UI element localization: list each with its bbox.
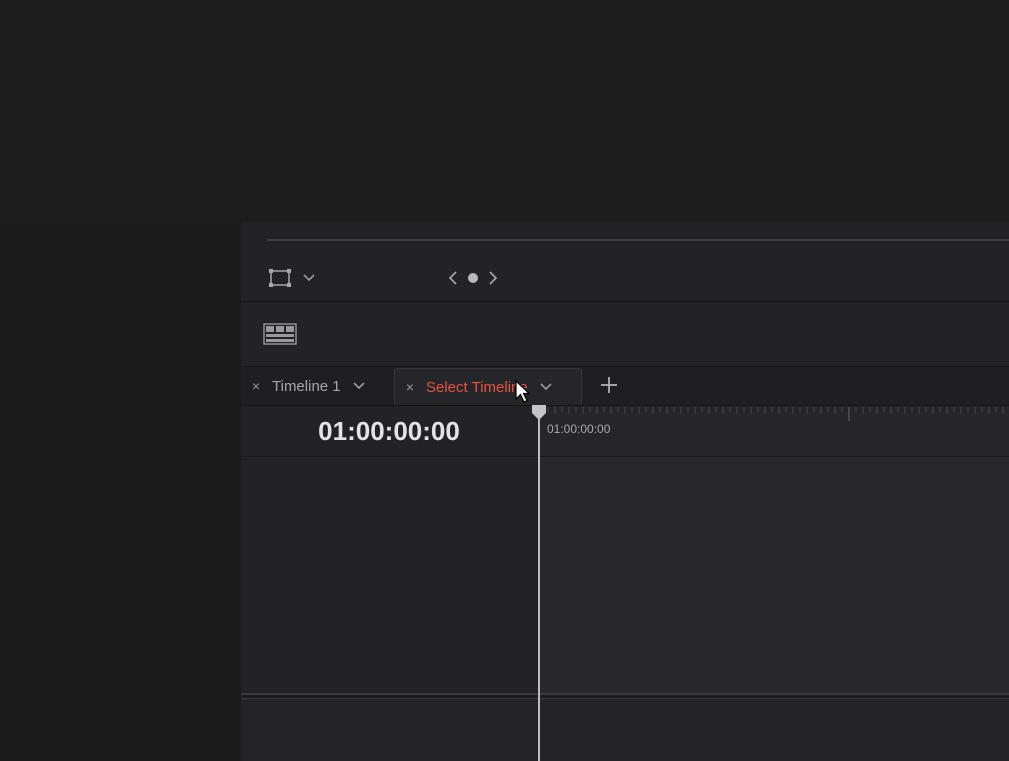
- dot-icon[interactable]: [468, 273, 478, 283]
- mouse-cursor-icon: [515, 380, 531, 403]
- ruler-timecode-label: 01:00:00:00: [547, 422, 611, 436]
- timeline-tracks[interactable]: [538, 457, 1009, 693]
- transform-dropdown-button[interactable]: [267, 266, 321, 290]
- viewer-controls: [241, 222, 1009, 302]
- edit-page: × Timeline 1 × Select Timeline 01:00:00:…: [241, 222, 1009, 761]
- tab-select-timeline[interactable]: × Select Timeline: [394, 368, 582, 405]
- playhead-handle[interactable]: [530, 404, 548, 422]
- timeline-ruler[interactable]: 01:00:00:00: [538, 406, 1009, 457]
- chevron-right-icon[interactable]: [487, 268, 499, 288]
- timeline-layout-icon: [263, 323, 297, 345]
- timeline-toolbar: [241, 302, 1009, 367]
- chevron-down-icon: [303, 269, 315, 287]
- close-icon[interactable]: ×: [403, 379, 417, 395]
- timecode-panel: 01:00:00:00: [241, 406, 537, 457]
- chevron-down-icon[interactable]: [353, 382, 365, 390]
- left-panel: [0, 222, 241, 761]
- timecode-display[interactable]: 01:00:00:00: [241, 406, 537, 456]
- chevron-left-icon[interactable]: [447, 268, 459, 288]
- tab-label: Timeline 1: [272, 377, 341, 395]
- plus-icon: [601, 377, 617, 393]
- track-headers: [241, 457, 537, 693]
- close-icon[interactable]: ×: [249, 378, 263, 394]
- viewer-empty-area: [0, 0, 1009, 222]
- viewer-scrub-bar[interactable]: [267, 239, 1009, 241]
- timeline-tab-bar: × Timeline 1 × Select Timeline: [241, 367, 1009, 406]
- transform-box-icon: [269, 269, 291, 287]
- chevron-down-icon[interactable]: [540, 383, 552, 391]
- lower-timeline-panel: [241, 699, 1009, 761]
- clip-navigation: [447, 268, 499, 288]
- timeline-view-options-button[interactable]: [263, 323, 297, 345]
- add-timeline-tab-button[interactable]: [597, 373, 621, 397]
- tab-label: Select Timeline: [426, 378, 528, 396]
- tab-timeline-1[interactable]: × Timeline 1: [249, 367, 393, 405]
- playhead-line[interactable]: [538, 412, 540, 761]
- app-window: × Timeline 1 × Select Timeline 01:00:00:…: [0, 0, 1009, 761]
